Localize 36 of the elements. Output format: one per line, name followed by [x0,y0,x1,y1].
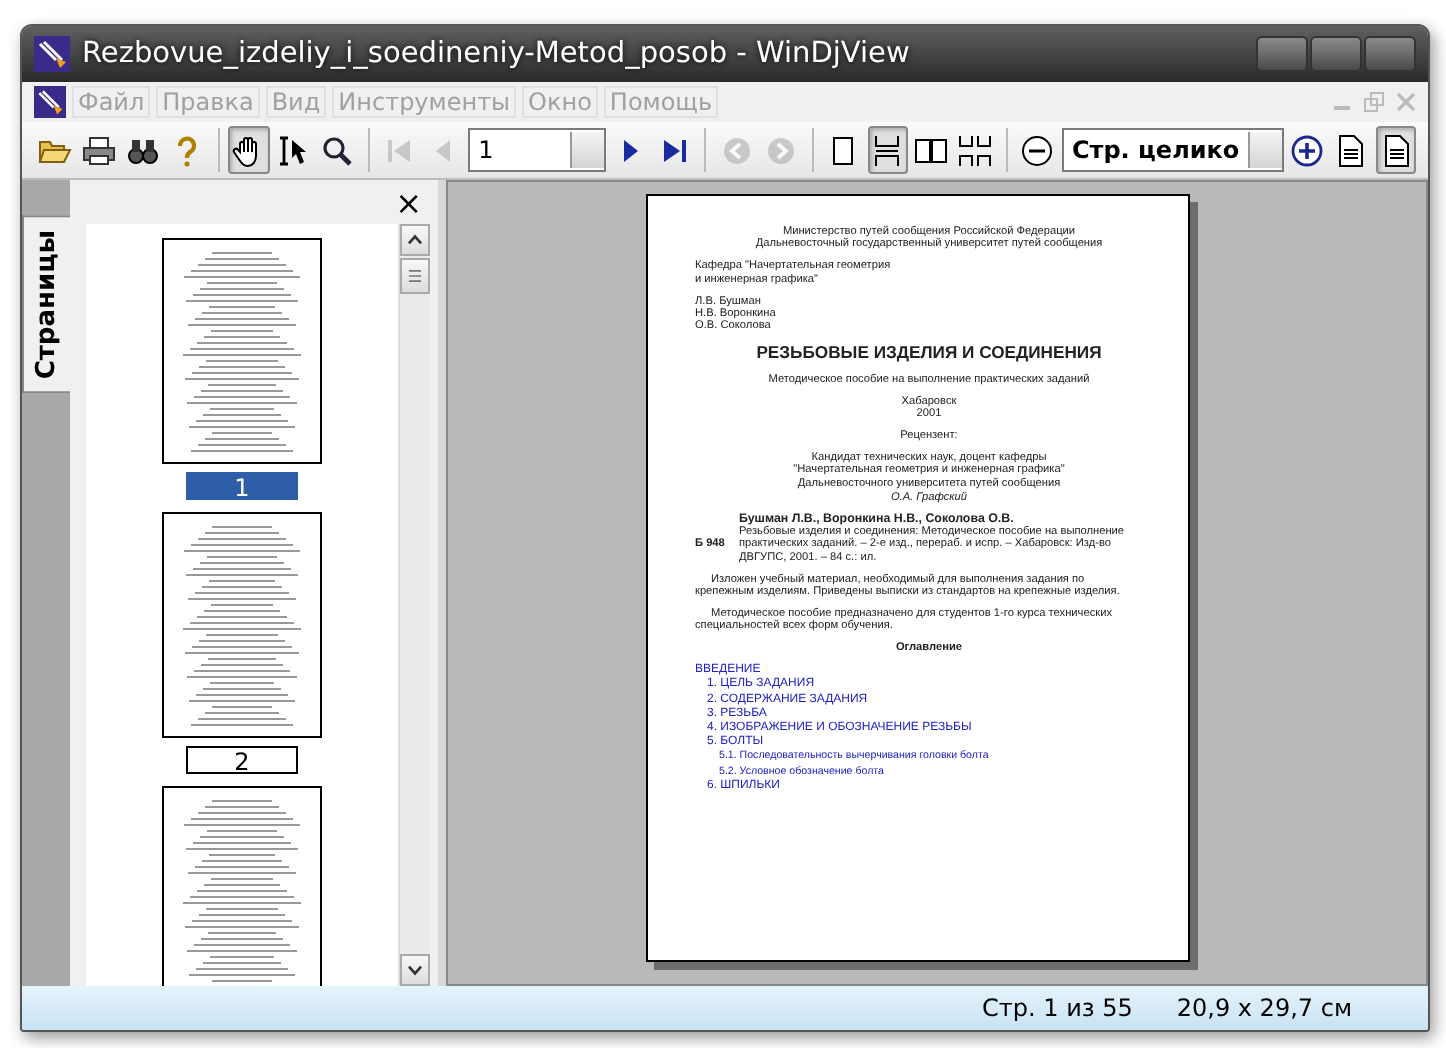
forward-circle-icon [763,133,798,167]
text-cursor-icon [276,133,311,167]
continuous-button[interactable] [867,126,908,174]
page-thumbnail[interactable] [162,786,322,986]
zoom-in-icon [1290,133,1325,167]
app-logo-icon [34,86,66,118]
magnifier-icon [320,133,355,167]
zoom-dropdown[interactable]: Стр. целико [1061,128,1284,172]
page-number-dropdown[interactable]: 1 [468,128,607,172]
page-button[interactable] [1375,126,1417,174]
hand-tool-button[interactable] [228,126,270,174]
status-text: 20,9 x 29,7 см [1176,994,1352,1022]
minimize-button[interactable] [1256,36,1308,72]
four-pages-icon [958,133,993,167]
document-title: РЕЗЬБОВЫЕ ИЗДЕЛИЯ И СОЕДИНЕНИЯ [756,342,1102,365]
page-number-label[interactable]: 1 [186,472,298,500]
window-title: Rezbovue_izdeliy_i_soedineniy-Metod_posob - WinDjView [82,38,912,70]
scroll-up-button[interactable] [400,224,430,256]
maximize-button[interactable] [1310,36,1362,72]
page-icon [1379,133,1414,167]
page-number-label[interactable]: 2 [186,746,298,774]
close-button[interactable] [1364,36,1416,72]
two-pages-icon [914,133,949,167]
close-panel-button[interactable]: × [387,183,430,221]
scrollbar-thumb[interactable] [400,258,430,294]
printer-icon [81,133,116,167]
continuous-pages-icon [870,133,905,167]
page-thumbnail[interactable] [162,512,322,738]
back-circle-icon [719,133,754,167]
zoom-out-icon [1020,133,1055,167]
scroll-down-button[interactable] [400,954,430,986]
page-thumbnail[interactable] [162,238,322,464]
app-logo-icon [34,36,70,72]
pages-tab[interactable]: Страницы [22,216,70,394]
status-text: Стр. 1 из 55 [982,994,1133,1022]
page-icon [1334,133,1369,167]
